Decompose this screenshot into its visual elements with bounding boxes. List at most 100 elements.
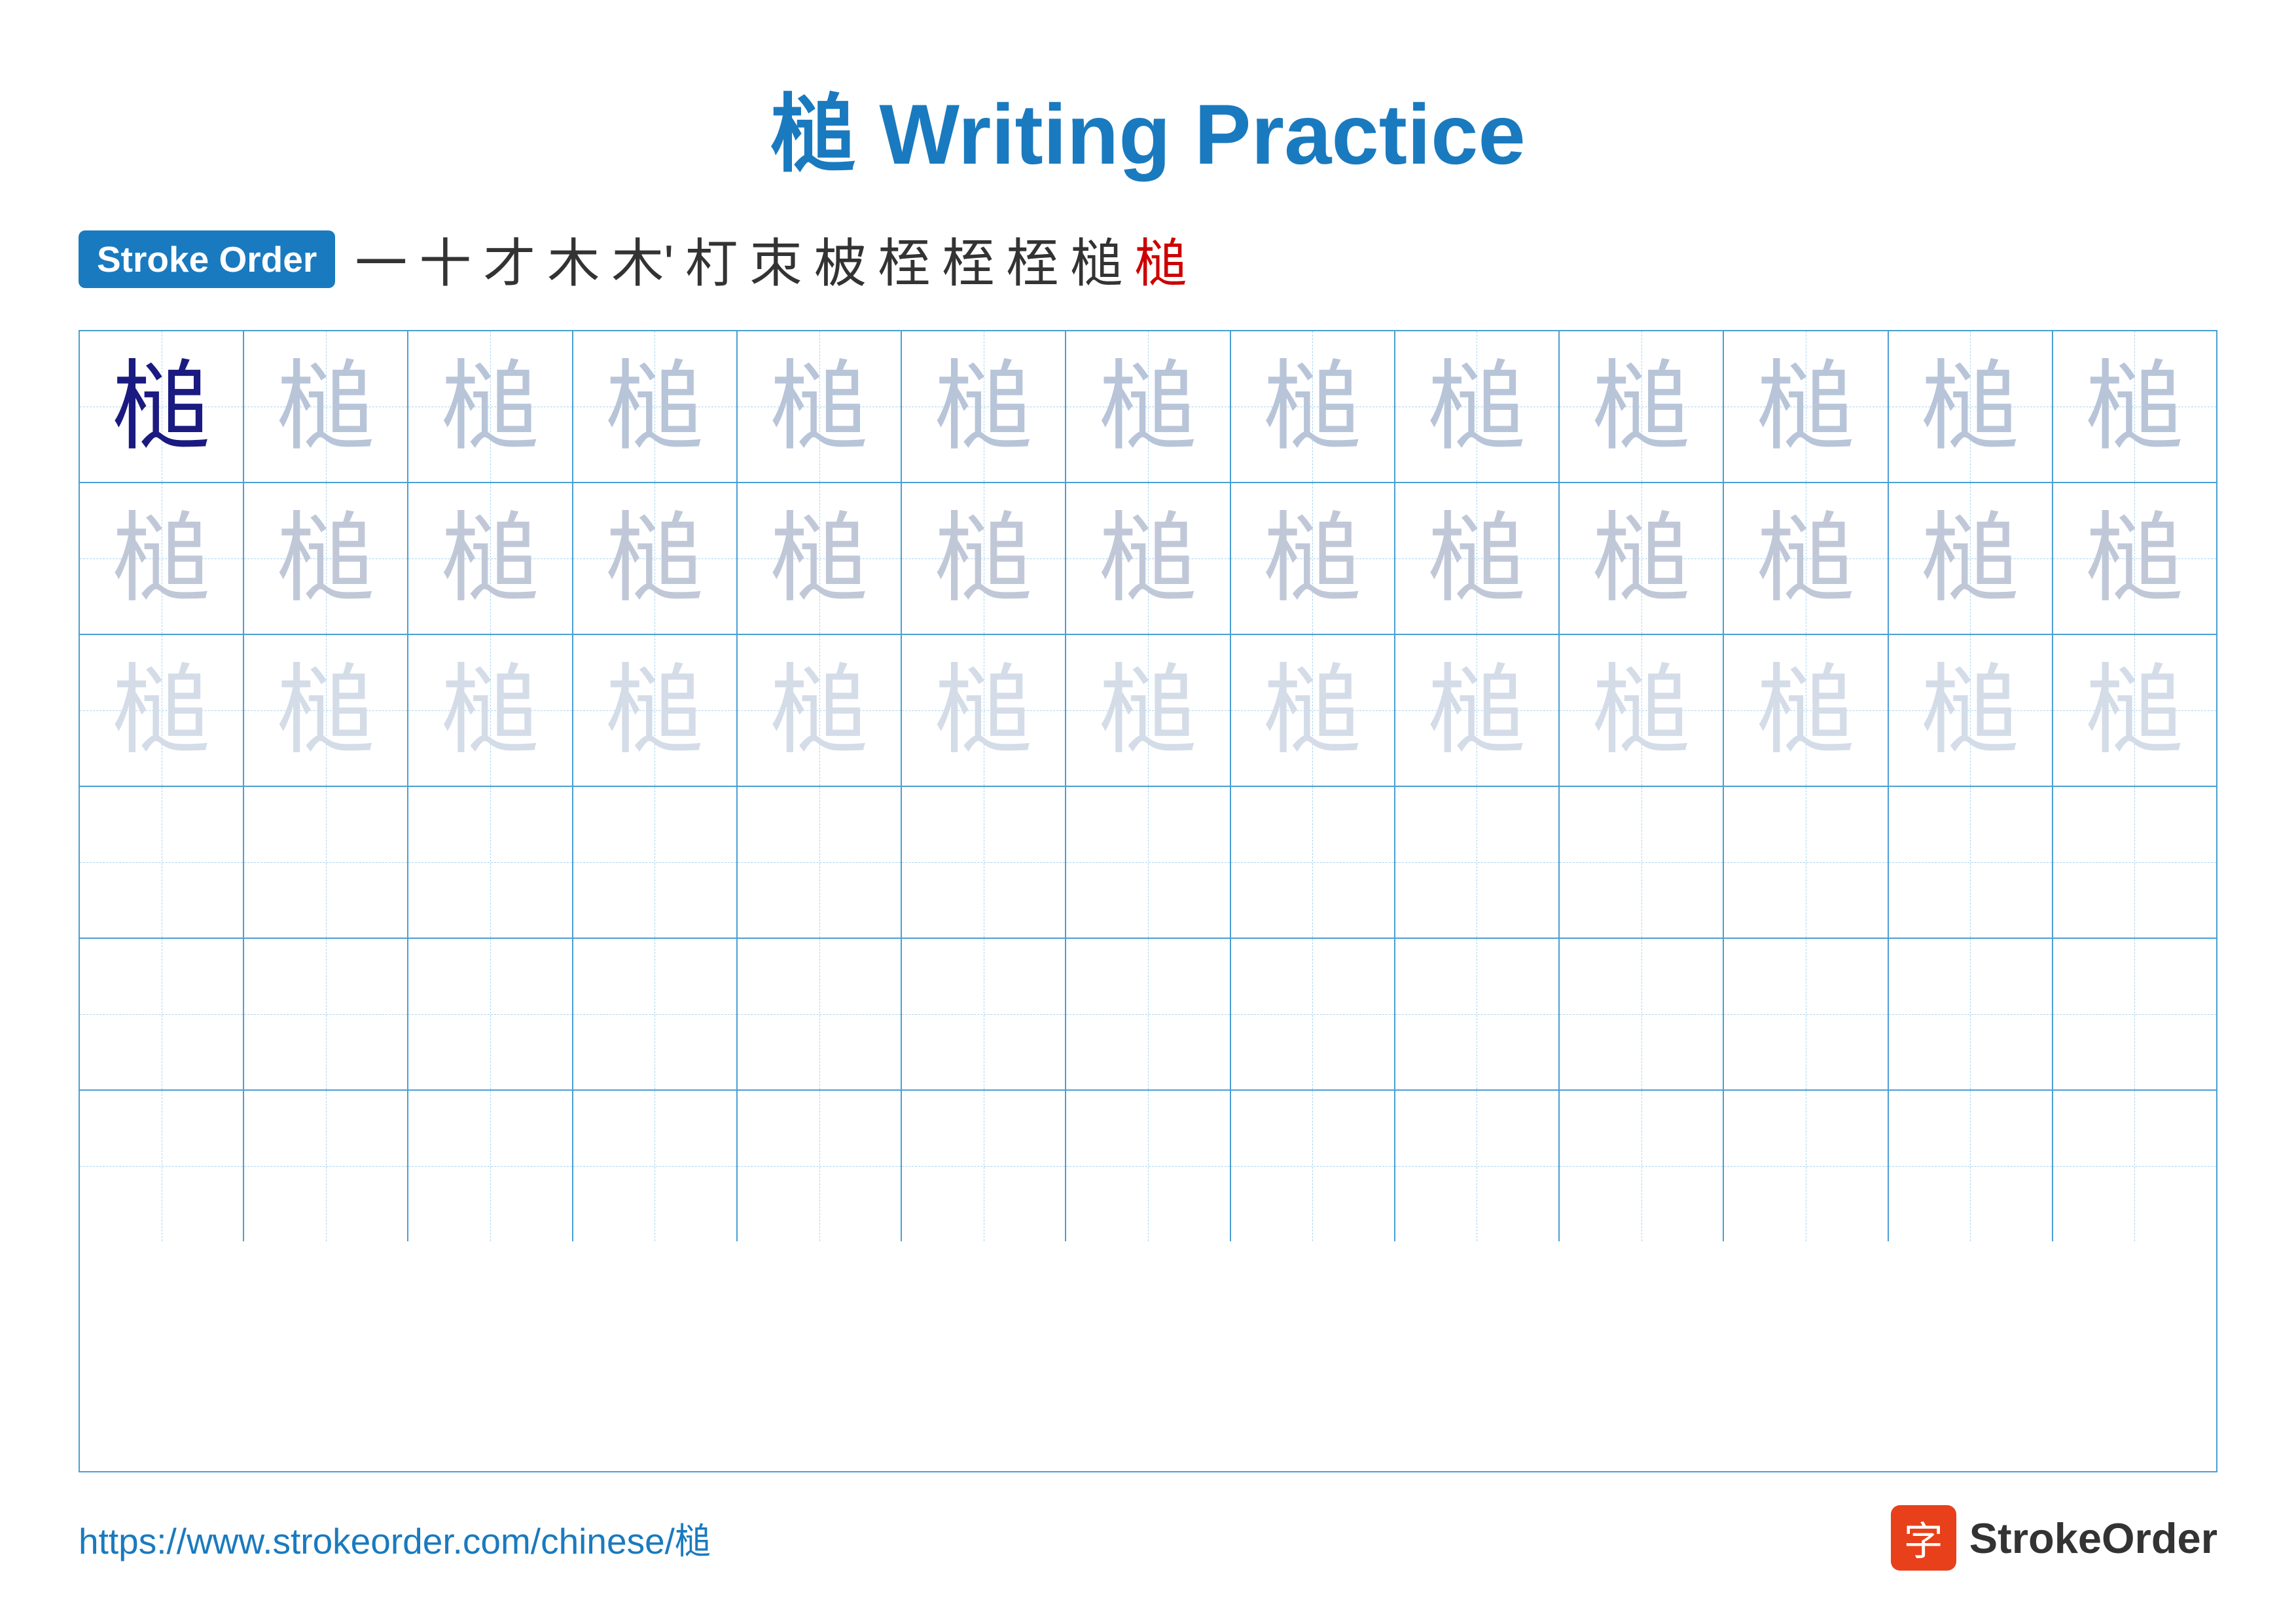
cell-char-1-3: 槌 <box>605 509 704 608</box>
cell-char-1-12: 槌 <box>2085 509 2183 608</box>
stroke-char-9: 桎 <box>942 221 995 297</box>
grid-cell-4-1[interactable] <box>244 939 408 1089</box>
grid-cell-5-3[interactable] <box>573 1091 738 1241</box>
grid-cell-2-0: 槌 <box>80 635 244 786</box>
grid-cell-0-11: 槌 <box>1889 331 2053 482</box>
grid-cell-3-10[interactable] <box>1724 787 1888 938</box>
grid-cell-4-8[interactable] <box>1395 939 1560 1089</box>
grid-cell-5-4[interactable] <box>738 1091 902 1241</box>
grid-cell-4-5[interactable] <box>902 939 1066 1089</box>
cell-char-2-12: 槌 <box>2085 661 2183 759</box>
grid-cell-3-0[interactable] <box>80 787 244 938</box>
cell-char-1-0: 槌 <box>113 509 211 608</box>
grid-cell-1-7: 槌 <box>1231 483 1395 634</box>
grid-cell-5-1[interactable] <box>244 1091 408 1241</box>
grid-cell-1-8: 槌 <box>1395 483 1560 634</box>
stroke-order-badge: Stroke Order <box>79 230 335 288</box>
grid-cell-3-7[interactable] <box>1231 787 1395 938</box>
page: 槌 Writing Practice Stroke Order 一十才木木'朾朿… <box>0 0 2296 1623</box>
grid-cell-4-0[interactable] <box>80 939 244 1089</box>
grid-cell-3-9[interactable] <box>1560 787 1724 938</box>
grid-cell-5-12[interactable] <box>2053 1091 2216 1241</box>
grid-cell-1-2: 槌 <box>408 483 573 634</box>
grid-cell-0-10: 槌 <box>1724 331 1888 482</box>
cell-char-2-10: 槌 <box>1757 661 1855 759</box>
grid-cell-1-10: 槌 <box>1724 483 1888 634</box>
grid-cell-3-1[interactable] <box>244 787 408 938</box>
grid-cell-0-9: 槌 <box>1560 331 1724 482</box>
footer-logo: 字 StrokeOrder <box>1891 1505 2217 1571</box>
grid-cell-3-3[interactable] <box>573 787 738 938</box>
cell-char-0-4: 槌 <box>770 357 869 456</box>
grid-cell-3-11[interactable] <box>1889 787 2053 938</box>
grid-cell-5-11[interactable] <box>1889 1091 2053 1241</box>
cell-char-1-10: 槌 <box>1757 509 1855 608</box>
grid-cell-1-0: 槌 <box>80 483 244 634</box>
grid-cell-4-6[interactable] <box>1066 939 1230 1089</box>
cell-char-1-8: 槌 <box>1427 509 1526 608</box>
grid-cell-5-5[interactable] <box>902 1091 1066 1241</box>
grid-cell-1-12: 槌 <box>2053 483 2216 634</box>
cell-char-0-10: 槌 <box>1757 357 1855 456</box>
stroke-char-11: 槌 <box>1071 221 1123 297</box>
grid-cell-5-10[interactable] <box>1724 1091 1888 1241</box>
grid-cell-4-9[interactable] <box>1560 939 1724 1089</box>
grid-cell-0-1: 槌 <box>244 331 408 482</box>
grid-cell-4-11[interactable] <box>1889 939 2053 1089</box>
grid-cell-1-9: 槌 <box>1560 483 1724 634</box>
cell-char-2-11: 槌 <box>1921 661 2019 759</box>
cell-char-1-11: 槌 <box>1921 509 2019 608</box>
grid-cell-5-9[interactable] <box>1560 1091 1724 1241</box>
cell-char-1-7: 槌 <box>1263 509 1361 608</box>
grid-cell-4-4[interactable] <box>738 939 902 1089</box>
stroke-char-7: 柀 <box>814 221 867 297</box>
logo-text: StrokeOrder <box>1969 1514 2217 1563</box>
grid-cell-4-3[interactable] <box>573 939 738 1089</box>
cell-char-1-6: 槌 <box>1099 509 1197 608</box>
cell-char-2-9: 槌 <box>1592 661 1691 759</box>
grid-cell-2-3: 槌 <box>573 635 738 786</box>
cell-char-2-1: 槌 <box>277 661 375 759</box>
grid-cell-4-2[interactable] <box>408 939 573 1089</box>
cell-char-0-3: 槌 <box>605 357 704 456</box>
grid-cell-5-6[interactable] <box>1066 1091 1230 1241</box>
grid-cell-1-1: 槌 <box>244 483 408 634</box>
grid-cell-2-7: 槌 <box>1231 635 1395 786</box>
grid-cell-2-11: 槌 <box>1889 635 2053 786</box>
footer-url[interactable]: https://www.strokeorder.com/chinese/槌 <box>79 1512 711 1564</box>
cell-char-2-3: 槌 <box>605 661 704 759</box>
grid-row-5 <box>80 1091 2216 1241</box>
grid-cell-3-5[interactable] <box>902 787 1066 938</box>
grid-cell-3-6[interactable] <box>1066 787 1230 938</box>
practice-grid: 槌槌槌槌槌槌槌槌槌槌槌槌槌槌槌槌槌槌槌槌槌槌槌槌槌槌槌槌槌槌槌槌槌槌槌槌槌槌槌 <box>79 330 2217 1472</box>
cell-char-0-7: 槌 <box>1263 357 1361 456</box>
grid-cell-3-8[interactable] <box>1395 787 1560 938</box>
grid-cell-5-8[interactable] <box>1395 1091 1560 1241</box>
grid-cell-4-12[interactable] <box>2053 939 2216 1089</box>
grid-cell-2-6: 槌 <box>1066 635 1230 786</box>
grid-cell-0-2: 槌 <box>408 331 573 482</box>
cell-char-0-0: 槌 <box>113 357 211 456</box>
grid-cell-3-2[interactable] <box>408 787 573 938</box>
grid-cell-5-2[interactable] <box>408 1091 573 1241</box>
cell-char-1-5: 槌 <box>935 509 1033 608</box>
stroke-char-6: 朿 <box>750 221 802 297</box>
grid-cell-4-10[interactable] <box>1724 939 1888 1089</box>
grid-cell-2-12: 槌 <box>2053 635 2216 786</box>
grid-cell-0-6: 槌 <box>1066 331 1230 482</box>
grid-cell-5-7[interactable] <box>1231 1091 1395 1241</box>
grid-cell-3-4[interactable] <box>738 787 902 938</box>
stroke-order-row: Stroke Order 一十才木木'朾朿柀桎桎桎槌槌 <box>79 221 2217 297</box>
grid-cell-3-12[interactable] <box>2053 787 2216 938</box>
stroke-char-0: 一 <box>355 221 407 297</box>
grid-cell-5-0[interactable] <box>80 1091 244 1241</box>
cell-char-1-4: 槌 <box>770 509 869 608</box>
grid-cell-2-9: 槌 <box>1560 635 1724 786</box>
grid-row-4 <box>80 939 2216 1091</box>
grid-cell-1-4: 槌 <box>738 483 902 634</box>
grid-cell-1-3: 槌 <box>573 483 738 634</box>
cell-char-0-2: 槌 <box>441 357 539 456</box>
grid-cell-4-7[interactable] <box>1231 939 1395 1089</box>
grid-cell-2-10: 槌 <box>1724 635 1888 786</box>
footer: https://www.strokeorder.com/chinese/槌 字 … <box>79 1505 2217 1571</box>
